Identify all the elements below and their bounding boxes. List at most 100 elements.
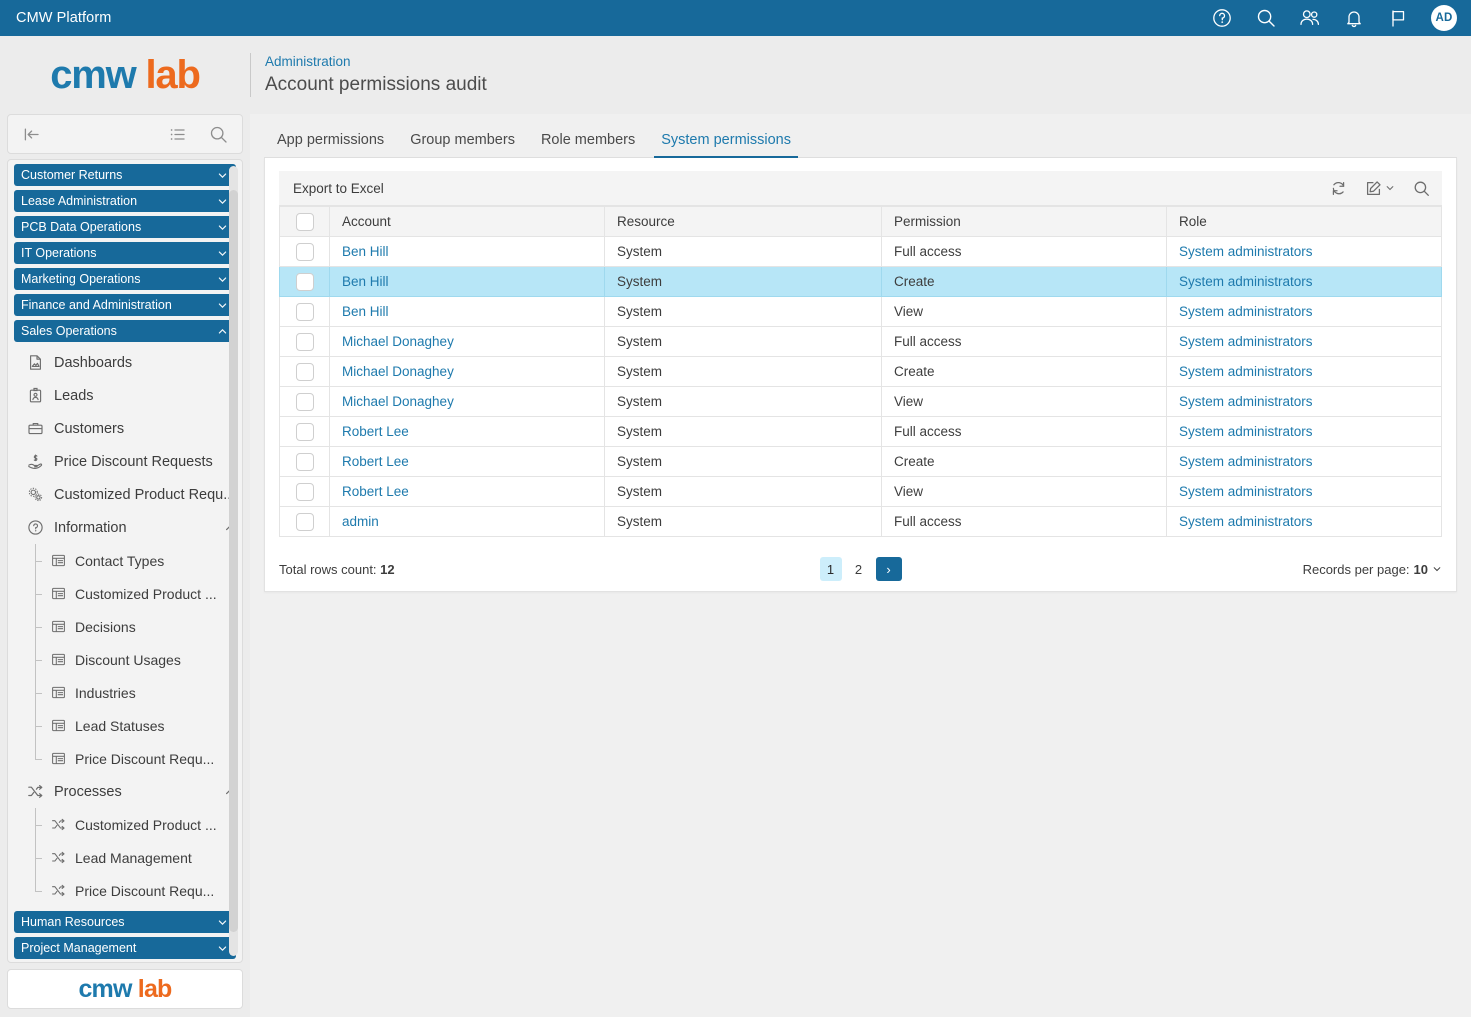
role-link[interactable]: System administrators	[1179, 424, 1313, 439]
brand-logo[interactable]: cmw lab	[0, 36, 250, 114]
tab-app-permissions[interactable]: App permissions	[264, 132, 397, 157]
column-header-resource[interactable]: Resource	[604, 206, 882, 237]
sidebar-item-industries[interactable]: Industries	[35, 676, 236, 709]
sidebar-item-price-discount-requ[interactable]: Price Discount Requ...	[35, 742, 236, 775]
sidebar-scrollbar-track[interactable]	[229, 166, 238, 956]
page-button-1[interactable]: 1	[819, 557, 842, 581]
avatar[interactable]: AD	[1431, 5, 1457, 31]
row-checkbox[interactable]	[295, 242, 314, 261]
account-link[interactable]: Robert Lee	[342, 454, 409, 469]
list-icon[interactable]	[168, 125, 187, 144]
account-link[interactable]: Ben Hill	[342, 244, 389, 259]
role-link[interactable]: System administrators	[1179, 394, 1313, 409]
row-checkbox-cell[interactable]	[279, 416, 330, 447]
records-per-page-control[interactable]: Records per page: 10	[1303, 562, 1442, 577]
account-link[interactable]: Ben Hill	[342, 274, 389, 289]
sidebar-section-project-management[interactable]: Project Management	[14, 937, 236, 959]
sidebar-item-decisions[interactable]: Decisions	[35, 610, 236, 643]
role-link[interactable]: System administrators	[1179, 304, 1313, 319]
sidebar-item-discount-usages[interactable]: Discount Usages	[35, 643, 236, 676]
sidebar-section-customer-returns[interactable]: Customer Returns	[14, 164, 236, 186]
sidebar-item-customized-product-requests[interactable]: Customized Product Requ...	[14, 478, 236, 511]
sidebar-item-price-discount-requ-process[interactable]: Price Discount Requ...	[35, 874, 236, 907]
search-icon[interactable]	[1255, 7, 1277, 29]
account-link[interactable]: Ben Hill	[342, 304, 389, 319]
row-checkbox[interactable]	[295, 332, 314, 351]
row-checkbox[interactable]	[295, 512, 314, 531]
row-checkbox-cell[interactable]	[279, 506, 330, 537]
select-all-cell[interactable]	[279, 206, 330, 237]
column-header-permission[interactable]: Permission	[881, 206, 1167, 237]
row-checkbox[interactable]	[295, 272, 314, 291]
row-checkbox[interactable]	[295, 422, 314, 441]
role-link[interactable]: System administrators	[1179, 244, 1313, 259]
flag-icon[interactable]	[1387, 7, 1409, 29]
row-checkbox-cell[interactable]	[279, 296, 330, 327]
table-row[interactable]: Ben Hill System Create System administra…	[279, 266, 1442, 297]
account-link[interactable]: Robert Lee	[342, 424, 409, 439]
sidebar-section-finance-and-administration[interactable]: Finance and Administration	[14, 294, 236, 316]
table-row[interactable]: Michael Donaghey System Create System ad…	[279, 356, 1442, 387]
account-link[interactable]: Michael Donaghey	[342, 334, 454, 349]
role-link[interactable]: System administrators	[1179, 514, 1313, 529]
export-to-excel-button[interactable]: Export to Excel	[293, 181, 384, 196]
page-button-2[interactable]: 2	[848, 557, 870, 581]
account-link[interactable]: admin	[342, 514, 379, 529]
sidebar-item-lead-management[interactable]: Lead Management	[35, 841, 236, 874]
tab-role-members[interactable]: Role members	[528, 132, 648, 157]
row-checkbox-cell[interactable]	[279, 386, 330, 417]
row-checkbox[interactable]	[295, 392, 314, 411]
account-link[interactable]: Michael Donaghey	[342, 364, 454, 379]
sidebar-item-customized-product[interactable]: Customized Product ...	[35, 577, 236, 610]
role-link[interactable]: System administrators	[1179, 454, 1313, 469]
table-row[interactable]: admin System Full access System administ…	[279, 506, 1442, 537]
next-page-button[interactable]: ›	[875, 557, 902, 581]
sidebar-section-lease-administration[interactable]: Lease Administration	[14, 190, 236, 212]
search-icon[interactable]	[1413, 180, 1430, 197]
row-checkbox-cell[interactable]	[279, 326, 330, 357]
table-row[interactable]: Robert Lee System Create System administ…	[279, 446, 1442, 477]
sidebar-section-marketing-operations[interactable]: Marketing Operations	[14, 268, 236, 290]
sidebar-section-sales-operations[interactable]: Sales Operations	[14, 320, 236, 342]
role-link[interactable]: System administrators	[1179, 334, 1313, 349]
sidebar-item-contact-types[interactable]: Contact Types	[35, 544, 236, 577]
sidebar-item-lead-statuses[interactable]: Lead Statuses	[35, 709, 236, 742]
sidebar-item-dashboards[interactable]: Dashboards	[14, 346, 236, 379]
row-checkbox[interactable]	[295, 452, 314, 471]
row-checkbox-cell[interactable]	[279, 356, 330, 387]
tab-system-permissions[interactable]: System permissions	[648, 132, 804, 158]
row-checkbox[interactable]	[295, 302, 314, 321]
sidebar-item-price-discount-requests[interactable]: Price Discount Requests	[14, 445, 236, 478]
sidebar-item-leads[interactable]: Leads	[14, 379, 236, 412]
row-checkbox-cell[interactable]	[279, 266, 330, 297]
table-row[interactable]: Michael Donaghey System Full access Syst…	[279, 326, 1442, 357]
sidebar-section-pcb-data-operations[interactable]: PCB Data Operations	[14, 216, 236, 238]
role-link[interactable]: System administrators	[1179, 364, 1313, 379]
column-header-account[interactable]: Account	[329, 206, 605, 237]
tab-group-members[interactable]: Group members	[397, 132, 528, 157]
table-row[interactable]: Michael Donaghey System View System admi…	[279, 386, 1442, 417]
account-link[interactable]: Michael Donaghey	[342, 394, 454, 409]
table-row[interactable]: Ben Hill System View System administrato…	[279, 296, 1442, 327]
table-row[interactable]: Ben Hill System Full access System admin…	[279, 236, 1442, 267]
sidebar-section-human-resources[interactable]: Human Resources	[14, 911, 236, 933]
sidebar-item-customers[interactable]: Customers	[14, 412, 236, 445]
row-checkbox[interactable]	[295, 362, 314, 381]
sidebar-item-customized-product-process[interactable]: Customized Product ...	[35, 808, 236, 841]
column-header-role[interactable]: Role	[1166, 206, 1442, 237]
sidebar-group-processes[interactable]: Processes	[14, 775, 236, 808]
sidebar-section-it-operations[interactable]: IT Operations	[14, 242, 236, 264]
table-row[interactable]: Robert Lee System View System administra…	[279, 476, 1442, 507]
table-row[interactable]: Robert Lee System Full access System adm…	[279, 416, 1442, 447]
sidebar-footer-logo[interactable]: cmw lab	[7, 969, 243, 1009]
bell-icon[interactable]	[1343, 7, 1365, 29]
select-all-checkbox[interactable]	[295, 212, 314, 231]
breadcrumb[interactable]: Administration	[265, 52, 487, 72]
users-icon[interactable]	[1299, 7, 1321, 29]
role-link[interactable]: System administrators	[1179, 484, 1313, 499]
collapse-left-icon[interactable]	[22, 125, 41, 144]
help-circle-icon[interactable]	[1211, 7, 1233, 29]
refresh-icon[interactable]	[1330, 180, 1347, 197]
row-checkbox-cell[interactable]	[279, 236, 330, 267]
search-icon[interactable]	[209, 125, 228, 144]
